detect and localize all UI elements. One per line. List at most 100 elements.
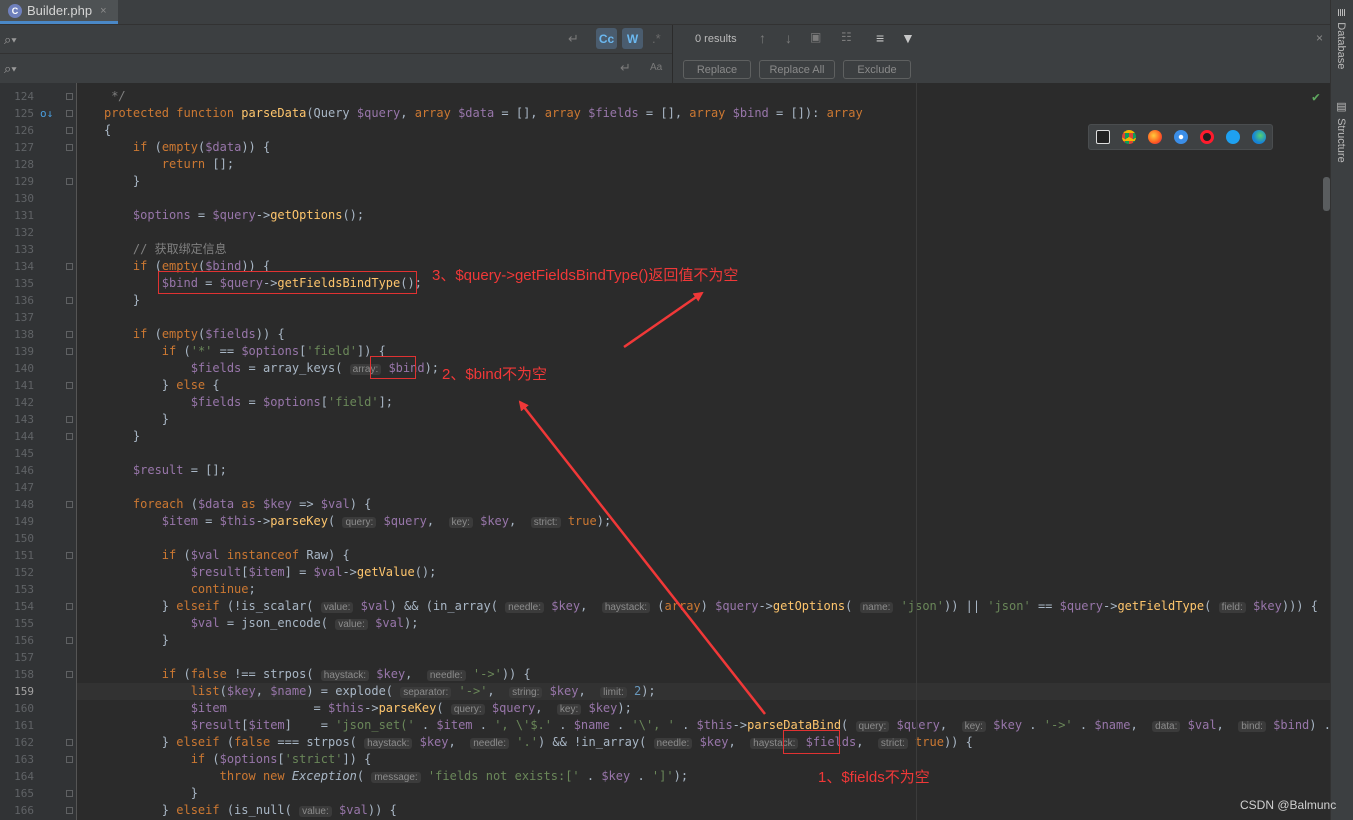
code-line[interactable]: $result = []; — [77, 462, 1330, 479]
code-line[interactable]: if ('*' == $options['field']) { — [77, 343, 1330, 360]
line-number[interactable]: 160 — [4, 700, 34, 717]
line-number[interactable]: 143 — [4, 411, 34, 428]
line-number[interactable]: 140 — [4, 360, 34, 377]
line-number[interactable]: 153 — [4, 581, 34, 598]
database-tool-tab[interactable]: ≣ Database — [1335, 8, 1348, 69]
line-number[interactable]: 156 — [4, 632, 34, 649]
edge-icon[interactable] — [1252, 130, 1266, 144]
code-line[interactable]: $item = $this->parseKey( query: $query, … — [77, 513, 1330, 530]
line-number[interactable]: 144 — [4, 428, 34, 445]
opera-icon[interactable] — [1200, 130, 1214, 144]
fold-marker-icon[interactable] — [66, 297, 73, 304]
fold-marker-icon[interactable] — [66, 382, 73, 389]
code-line[interactable]: } — [77, 428, 1330, 445]
line-number[interactable]: 150 — [4, 530, 34, 547]
tab-builder-php[interactable]: C Builder.php × — [0, 0, 118, 24]
fold-marker-icon[interactable] — [66, 263, 73, 270]
whole-words-toggle[interactable]: W — [622, 28, 643, 49]
code-line[interactable] — [77, 224, 1330, 241]
line-number[interactable]: 134 — [4, 258, 34, 275]
regex-icon[interactable]: .* — [652, 31, 661, 46]
code-line[interactable]: foreach ($data as $key => $val) { — [77, 496, 1330, 513]
fold-marker-icon[interactable] — [66, 603, 73, 610]
code-line[interactable] — [77, 190, 1330, 207]
fold-marker-icon[interactable] — [66, 416, 73, 423]
line-number[interactable]: 165 — [4, 785, 34, 802]
code-line[interactable]: if (false !== strpos( haystack: $key, ne… — [77, 666, 1330, 683]
line-number[interactable]: 136 — [4, 292, 34, 309]
line-number[interactable]: 166 — [4, 802, 34, 819]
line-number[interactable]: 133 — [4, 241, 34, 258]
fold-marker-icon[interactable] — [66, 127, 73, 134]
code-line[interactable]: } elseif (false === strpos( haystack: $k… — [77, 734, 1330, 751]
internet-explorer-icon[interactable] — [1226, 130, 1240, 144]
line-number[interactable]: 124 — [4, 88, 34, 105]
filter-icon[interactable]: ▼ — [901, 30, 915, 46]
fold-marker-icon[interactable] — [66, 756, 73, 763]
code-line[interactable]: return []; — [77, 156, 1330, 173]
code-line[interactable]: $result[$item] = 'json_set(' . $item . '… — [77, 717, 1330, 734]
fold-marker-icon[interactable] — [66, 790, 73, 797]
replace-input[interactable] — [26, 58, 590, 78]
code-line[interactable]: $result[$item] = $val->getValue(); — [77, 564, 1330, 581]
fold-marker-icon[interactable] — [66, 739, 73, 746]
code-line[interactable]: if (empty($fields)) { — [77, 326, 1330, 343]
code-line[interactable]: } elseif (!is_scalar( value: $val) && (i… — [77, 598, 1330, 615]
line-number[interactable]: 129 — [4, 173, 34, 190]
match-case-toggle[interactable]: Cc — [596, 28, 617, 49]
code-editor[interactable]: */ protected function parseData(Query $qu… — [77, 83, 1330, 820]
fold-marker-icon[interactable] — [66, 348, 73, 355]
filter-settings-icon[interactable]: ≡ — [876, 30, 884, 46]
line-number[interactable]: 164 — [4, 768, 34, 785]
select-all-occurrences-icon[interactable]: ▣ — [810, 30, 821, 44]
previous-occurrence-icon[interactable]: ↑ — [759, 30, 766, 46]
line-number[interactable]: 157 — [4, 649, 34, 666]
line-number[interactable]: 151 — [4, 547, 34, 564]
implementation-marker-icon[interactable]: o↓ — [40, 105, 53, 122]
line-number[interactable]: 132 — [4, 224, 34, 241]
line-number[interactable]: 161 — [4, 717, 34, 734]
line-number[interactable]: 163 — [4, 751, 34, 768]
line-number[interactable]: 130 — [4, 190, 34, 207]
code-line[interactable]: protected function parseData(Query $quer… — [77, 105, 1330, 122]
fold-marker-icon[interactable] — [66, 671, 73, 678]
line-number[interactable]: 162 — [4, 734, 34, 751]
code-line[interactable] — [77, 649, 1330, 666]
line-number[interactable]: 131 — [4, 207, 34, 224]
code-line[interactable]: continue; — [77, 581, 1330, 598]
line-number[interactable]: 127 — [4, 139, 34, 156]
phpstorm-icon[interactable] — [1096, 130, 1110, 144]
fold-marker-icon[interactable] — [66, 807, 73, 814]
line-number[interactable]: 155 — [4, 615, 34, 632]
fold-marker-icon[interactable] — [66, 331, 73, 338]
search-icon[interactable]: ⌕▾ — [4, 32, 17, 48]
line-number[interactable]: 145 — [4, 445, 34, 462]
fold-marker-icon[interactable] — [66, 637, 73, 644]
add-selection-icon[interactable]: ☷ — [841, 30, 852, 44]
fold-marker-icon[interactable] — [66, 93, 73, 100]
code-line[interactable]: } — [77, 173, 1330, 190]
replace-all-button[interactable]: Replace All — [759, 60, 835, 79]
replace-button[interactable]: Replace — [683, 60, 751, 79]
code-line[interactable]: } — [77, 785, 1330, 802]
exclude-button[interactable]: Exclude — [843, 60, 911, 79]
code-line[interactable]: */ — [77, 88, 1330, 105]
line-number[interactable]: 135 — [4, 275, 34, 292]
close-find-icon[interactable]: × — [1316, 31, 1323, 45]
line-number[interactable]: 138 — [4, 326, 34, 343]
firefox-icon[interactable] — [1148, 130, 1162, 144]
code-line[interactable]: } — [77, 411, 1330, 428]
code-line[interactable]: $fields = array_keys( array: $bind); — [77, 360, 1330, 377]
vertical-scrollbar-thumb[interactable] — [1323, 177, 1330, 211]
line-number[interactable]: 159 — [4, 683, 34, 700]
fold-marker-icon[interactable] — [66, 433, 73, 440]
code-line[interactable] — [77, 530, 1330, 547]
line-number[interactable]: 149 — [4, 513, 34, 530]
code-line[interactable] — [77, 479, 1330, 496]
code-line[interactable]: $fields = $options['field']; — [77, 394, 1330, 411]
line-number[interactable]: 126 — [4, 122, 34, 139]
fold-marker-icon[interactable] — [66, 178, 73, 185]
chrome-icon[interactable] — [1122, 130, 1136, 144]
code-line[interactable] — [77, 445, 1330, 462]
code-line[interactable]: list($key, $name) = explode( separator: … — [77, 683, 1330, 700]
